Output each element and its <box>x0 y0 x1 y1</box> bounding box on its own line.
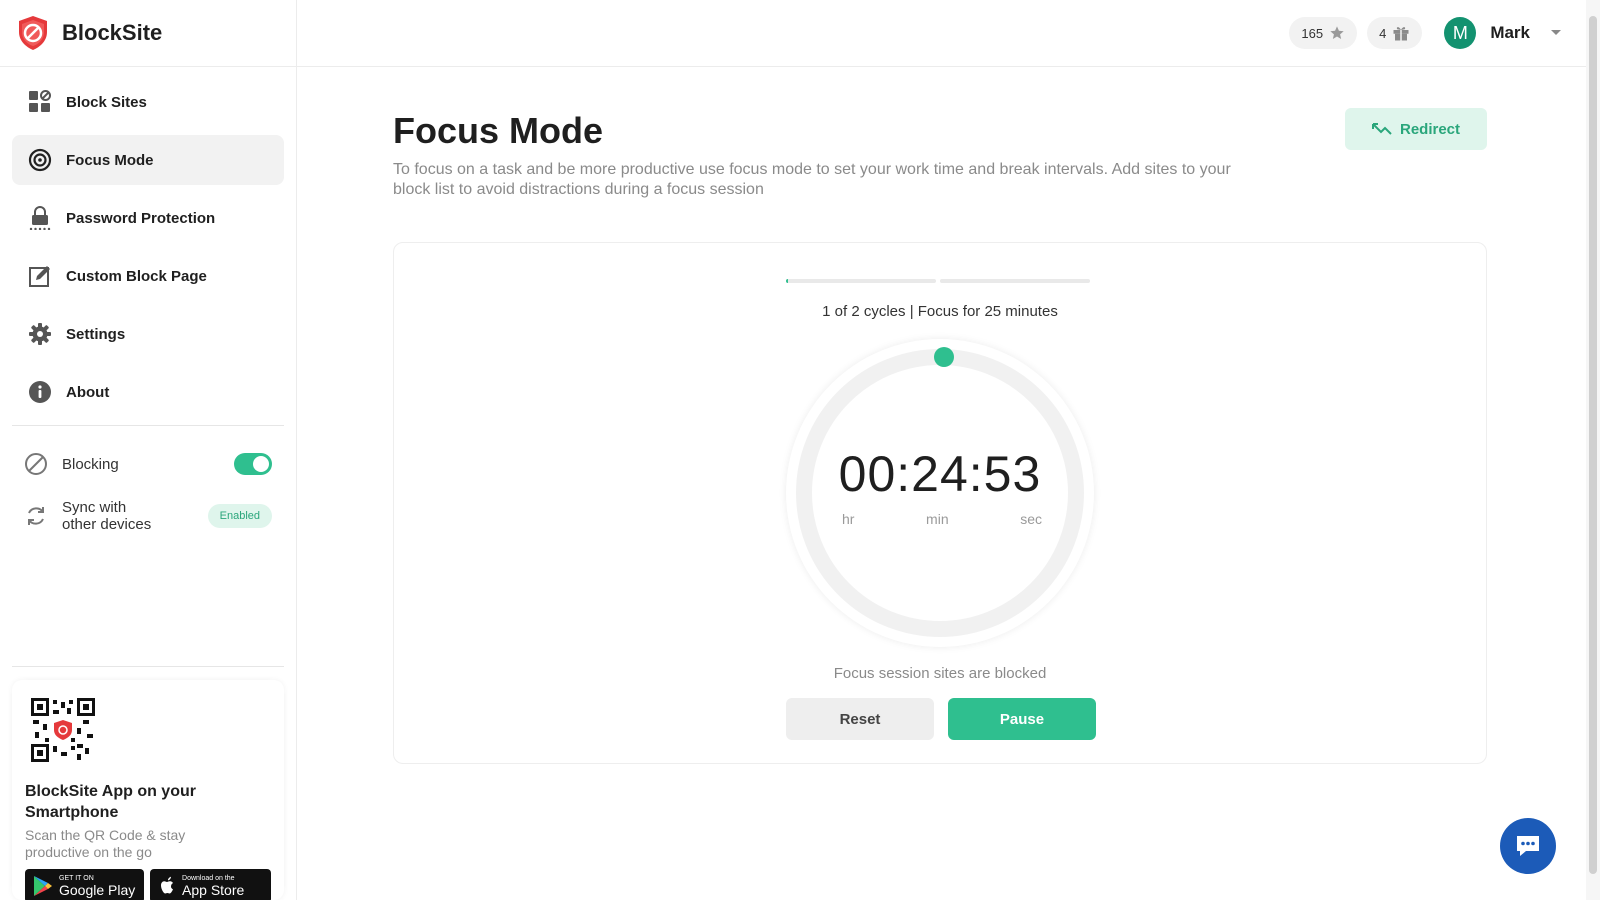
sidebar-item-label: Custom Block Page <box>66 267 207 285</box>
mobile-app-card: BlockSite App on your Smartphone Scan th… <box>12 680 284 900</box>
pause-button[interactable]: Pause <box>948 698 1096 740</box>
app-store-button[interactable]: Download on the App Store <box>150 869 271 900</box>
points-count: 165 <box>1301 25 1324 41</box>
gift-icon <box>1393 27 1409 41</box>
page-subtitle-line-2: block list to avoid distractions during … <box>393 181 764 198</box>
sidebar-item-label: About <box>66 383 110 401</box>
sidebar-item-label: Focus Mode <box>66 151 154 169</box>
timer-controls: Reset Pause <box>786 698 1096 740</box>
sync-icon <box>28 507 44 525</box>
block-icon <box>25 453 47 475</box>
main-content: Focus Mode To focus on a task and be mor… <box>393 67 1487 764</box>
sidebar-item-block-sites[interactable]: Block Sites <box>12 77 284 127</box>
cycle-progress <box>786 279 1090 283</box>
app-card-subtitle: Scan the QR Code & stay productive on th… <box>25 827 271 861</box>
app-card-subtitle-line-2: productive on the go <box>25 844 152 860</box>
sidebar-nav: Block Sites Focus Mode Password Protecti… <box>0 67 296 417</box>
store-buttons: GET IT ON Google Play Download on the Ap… <box>25 869 271 900</box>
blocking-row: Blocking <box>24 444 284 484</box>
timer-dial: 00:24:53 hr min sec <box>786 339 1094 647</box>
page-title: Focus Mode <box>393 110 604 151</box>
cycle-segment-1 <box>786 279 936 283</box>
lock-icon <box>28 206 52 230</box>
page-subtitle-line-1: To focus on a task and be more productiv… <box>393 161 1231 178</box>
edit-page-icon <box>28 264 52 288</box>
sync-label: Sync with other devices <box>62 499 208 533</box>
brand[interactable]: BlockSite <box>0 0 296 67</box>
info-icon <box>28 380 52 404</box>
gifts-count: 4 <box>1379 25 1387 41</box>
timer-display: 00:24:53 <box>838 446 1042 502</box>
top-header: 165 4 M Mark <box>297 0 1586 67</box>
cycle-status-text: 1 of 2 cycles | Focus for 25 minutes <box>822 303 1058 320</box>
focus-timer-panel: 1 of 2 cycles | Focus for 25 minutes 00:… <box>393 242 1487 764</box>
blocking-toggle[interactable] <box>234 453 272 475</box>
chevron-down-icon[interactable] <box>1550 29 1562 37</box>
app-card-subtitle-line-1: Scan the QR Code & stay <box>25 827 186 843</box>
app-card-title-line-2: Smartphone <box>25 804 119 821</box>
sync-status-badge[interactable]: Enabled <box>207 504 272 528</box>
sidebar-item-focus-mode[interactable]: Focus Mode <box>12 135 284 185</box>
sidebar-bottom-divider <box>12 666 284 667</box>
scrollbar-thumb[interactable] <box>1589 16 1597 874</box>
sidebar: BlockSite Block Sites Focus Mode Passwor… <box>0 0 297 900</box>
cycle-segment-2 <box>940 279 1090 283</box>
sync-label-line-1: Sync with <box>62 499 127 516</box>
blocksite-shield-icon <box>19 16 47 50</box>
sync-row: Sync with other devices Enabled <box>24 496 284 536</box>
chat-button[interactable] <box>1500 818 1556 874</box>
redirect-label: Redirect <box>1399 120 1461 138</box>
grid-block-icon <box>28 90 52 114</box>
gifts-pill[interactable]: 4 <box>1367 17 1423 49</box>
unit-hr: hr <box>842 511 855 527</box>
points-pill[interactable]: 165 <box>1289 17 1358 49</box>
sidebar-item-custom-block-page[interactable]: Custom Block Page <box>12 251 284 301</box>
page-subtitle: To focus on a task and be more productiv… <box>393 160 1353 200</box>
app-card-title: BlockSite App on your Smartphone <box>25 781 271 823</box>
target-icon <box>28 148 52 172</box>
unit-sec: sec <box>1020 511 1042 527</box>
redirect-button[interactable]: Redirect <box>1345 108 1487 150</box>
redirect-arrow-icon <box>1371 123 1392 135</box>
blocked-status-text: Focus session sites are blocked <box>833 665 1047 682</box>
blocking-label: Blocking <box>62 455 119 473</box>
blocksite-app: BlockSite Block Sites Focus Mode Passwor… <box>0 0 1600 900</box>
sidebar-item-label: Block Sites <box>66 93 147 111</box>
reset-button[interactable]: Reset <box>786 698 934 740</box>
sync-label-line-2: other devices <box>62 516 152 533</box>
cycle-segment-1-fill <box>786 279 788 283</box>
sidebar-item-label: Settings <box>66 325 126 343</box>
app-card-title-line-1: BlockSite App on your <box>25 783 196 800</box>
unit-min: min <box>926 511 949 527</box>
user-name[interactable]: Mark <box>1490 23 1530 43</box>
star-icon <box>1330 26 1344 39</box>
sidebar-item-password-protection[interactable]: Password Protection <box>12 193 284 243</box>
brand-name: BlockSite <box>62 20 163 45</box>
app-store-big: App Store <box>182 881 245 898</box>
gear-icon <box>28 322 52 346</box>
google-play-button[interactable]: GET IT ON Google Play <box>25 869 145 900</box>
sidebar-item-label: Password Protection <box>66 209 216 227</box>
timer-units: hr min sec <box>842 511 1042 527</box>
apple-icon <box>161 876 174 894</box>
page-scrollbar[interactable] <box>1586 0 1600 900</box>
sidebar-item-about[interactable]: About <box>12 367 284 417</box>
qr-code-icon <box>31 698 95 762</box>
sidebar-toggles: Blocking Sync with other devices Enabled <box>0 426 296 536</box>
google-play-icon <box>34 876 52 896</box>
chat-bubble-icon <box>1517 836 1539 856</box>
sidebar-item-settings[interactable]: Settings <box>12 309 284 359</box>
google-play-big: Google Play <box>59 881 136 898</box>
avatar[interactable]: M <box>1444 17 1477 49</box>
